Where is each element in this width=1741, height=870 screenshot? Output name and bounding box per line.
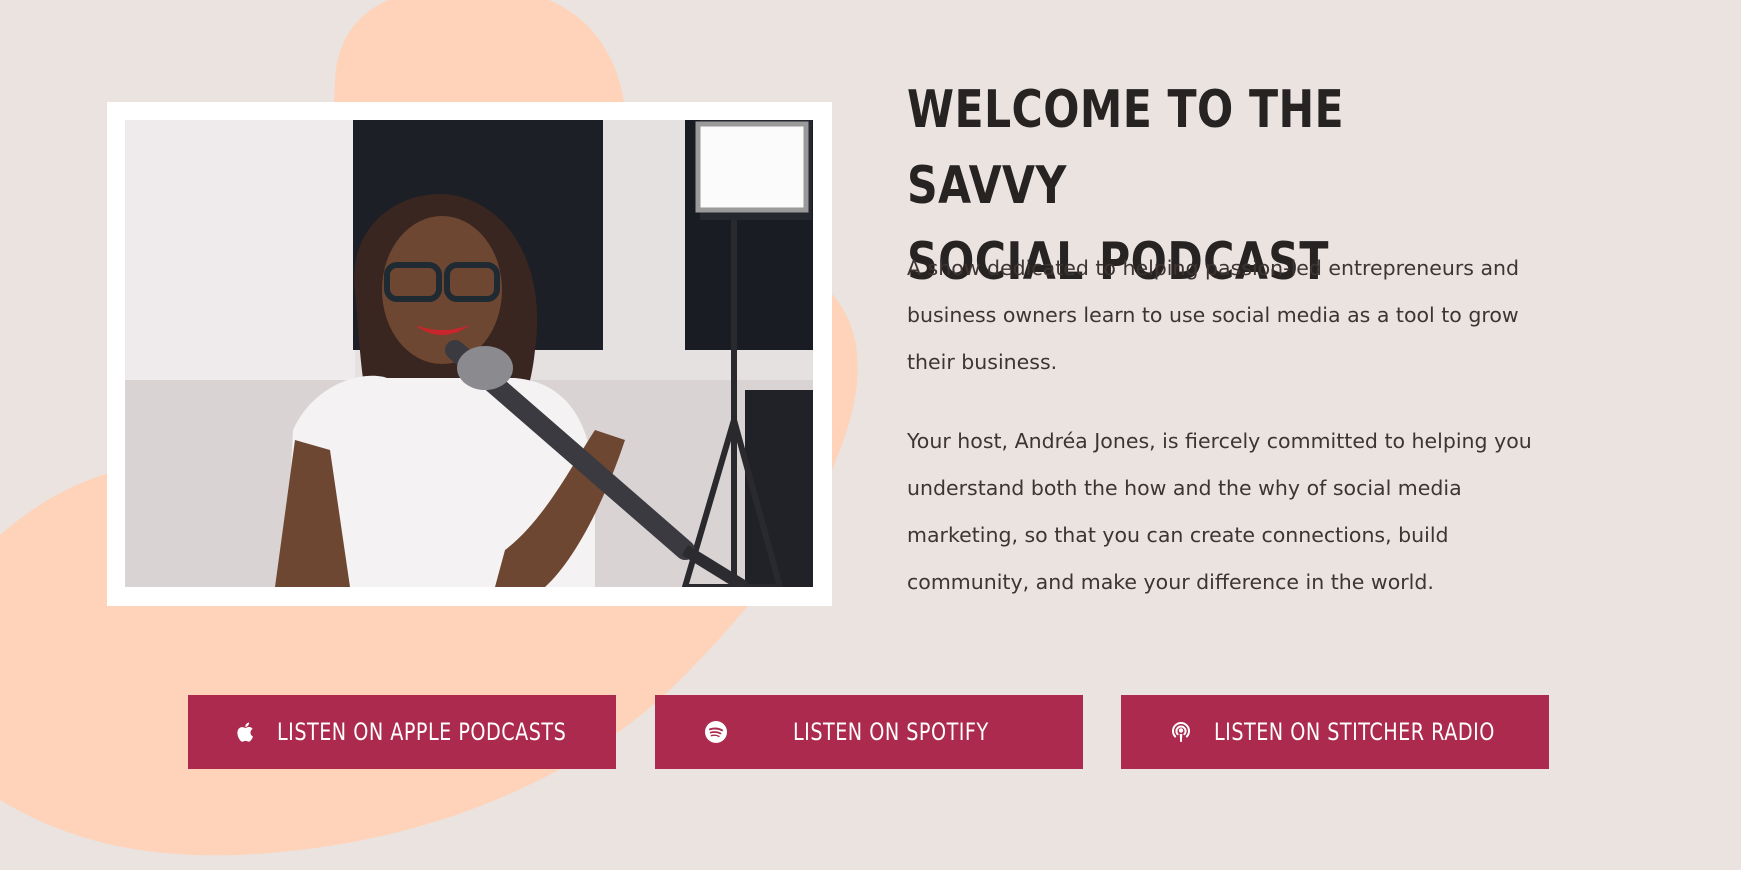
podcast-icon <box>1169 719 1193 745</box>
title-line-1: WELCOME TO THE SAVVY <box>907 80 1345 216</box>
listen-apple-podcasts-button[interactable]: LISTEN ON APPLE PODCASTS <box>188 695 616 769</box>
intro-paragraph: A show dedicated to helping passion-led … <box>907 256 1520 374</box>
apple-podcasts-label: LISTEN ON APPLE PODCASTS <box>277 718 567 746</box>
listen-stitcher-radio-button[interactable]: LISTEN ON STITCHER RADIO <box>1121 695 1549 769</box>
apple-icon <box>234 719 258 745</box>
spotify-label: LISTEN ON SPOTIFY <box>793 718 989 746</box>
host-photo <box>125 120 813 587</box>
spotify-icon <box>703 719 729 745</box>
host-photo-frame <box>107 102 832 606</box>
host-paragraph: Your host, Andréa Jones, is fiercely com… <box>907 429 1532 594</box>
stitcher-radio-label: LISTEN ON STITCHER RADIO <box>1214 718 1495 746</box>
listen-spotify-button[interactable]: LISTEN ON SPOTIFY <box>655 695 1083 769</box>
